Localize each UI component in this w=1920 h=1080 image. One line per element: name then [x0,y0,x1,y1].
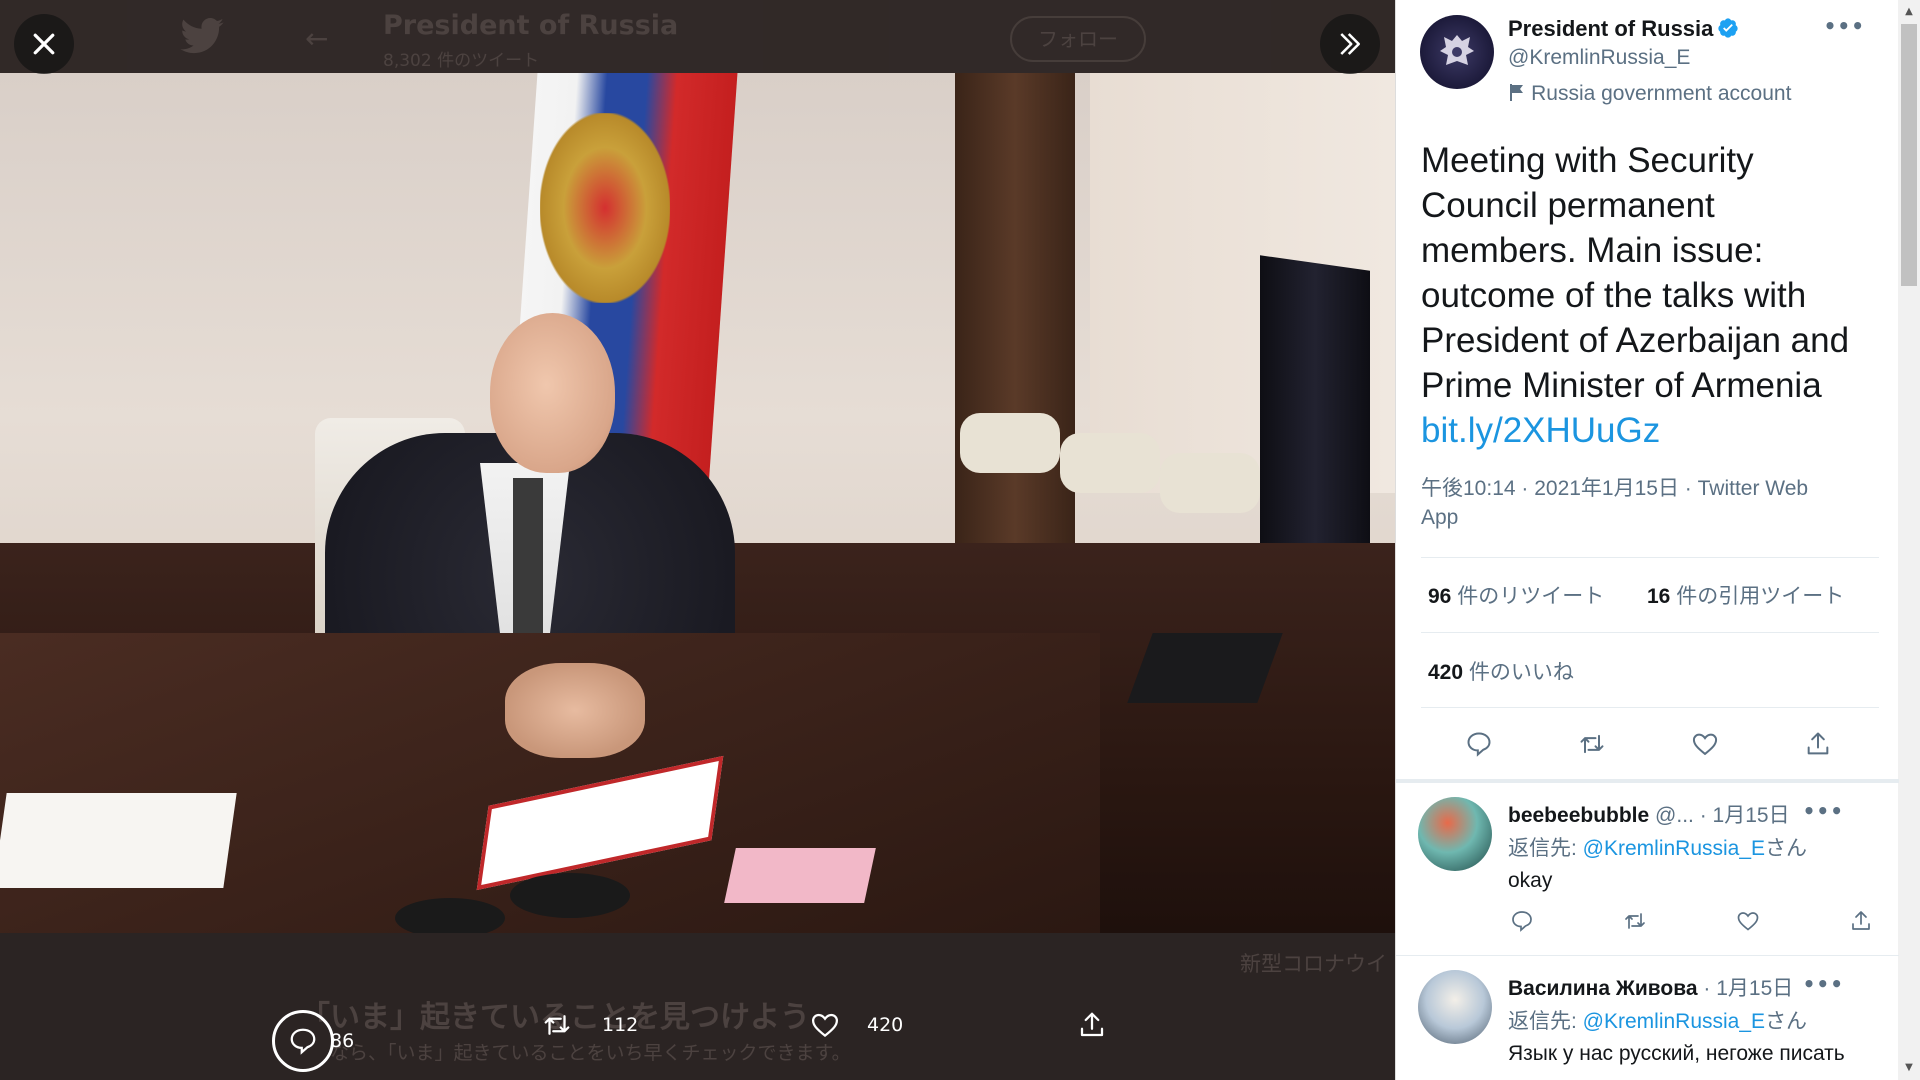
reply-text: okay [1508,869,1553,892]
notepad [724,848,876,903]
author-handle[interactable]: @KremlinRussia_E [1508,46,1690,70]
reply-more-options-button[interactable]: ••• [1803,972,1844,996]
reply-to-line: 返信先: @KremlinRussia_Eさん [1508,837,1808,860]
retweet-arrows-icon [1625,913,1645,929]
reply-count: 86 [330,1030,355,1052]
reply-like-button[interactable] [1730,903,1766,939]
reply-reply-button[interactable] [1504,903,1540,939]
quote-tweet-stat[interactable]: 16 件の引用ツイート [1647,580,1844,610]
desk-phone [960,413,1060,473]
twitter-logo-icon [180,18,224,54]
verified-badge-icon [1718,18,1739,38]
close-button[interactable] [14,14,74,74]
reply-avatar[interactable] [1418,797,1492,871]
paper-sheet [0,793,237,888]
share-upload-icon [1852,911,1870,930]
reply-author[interactable]: Василина Живова · 1月15日 [1508,972,1793,1002]
share-action[interactable] [1077,1010,1107,1040]
reply-button[interactable] [272,1010,334,1072]
desk-phone [1060,433,1160,493]
reply-more-options-button[interactable]: ••• [1803,799,1844,823]
speech-bubble-icon [1512,911,1532,932]
tweet-body: Meeting with Security Council permanent … [1421,141,1850,405]
more-options-button[interactable]: ••• [1824,14,1865,38]
back-arrow-icon: ← [305,22,329,55]
heart-icon [1692,733,1718,756]
account-type-text: Russia government account [1531,82,1792,105]
speech-bubble-icon [1467,732,1491,757]
background-follow-button: フォロー [1010,16,1146,62]
close-icon [33,33,55,55]
double-headed-eagle-icon [1440,35,1474,65]
author-name[interactable]: President of Russia [1508,16,1713,41]
scrollbar[interactable]: ▲ ▼ [1898,0,1920,1080]
reply-author[interactable]: beebeebubble @... · 1月15日 [1508,799,1790,829]
scroll-up-icon[interactable]: ▲ [1901,4,1917,20]
government-account-label: Russia government account [1508,82,1791,106]
double-chevron-right-icon [1340,33,1360,55]
conference-speaker [395,898,505,933]
tweet-link[interactable]: bit.ly/2XHUuGz [1421,411,1660,450]
like-count: 420 [867,1014,904,1036]
retweet-arrows-icon [544,1015,570,1035]
reply-button[interactable] [1461,726,1497,762]
retweet-stat[interactable]: 96 件のリツイート [1428,580,1604,610]
retweet-arrows-icon [1580,734,1604,754]
background-profile-title: President of Russia [383,10,679,41]
reply-action[interactable]: 86 [272,1010,354,1072]
media-viewer: ← President of Russia 8,302 件のツイート フォロー … [0,0,1395,1080]
reply-to-line: 返信先: @KremlinRussia_Eさん [1508,1010,1808,1033]
share-button[interactable] [1800,726,1836,762]
heart-icon [1737,912,1759,931]
tweet-timestamp[interactable]: 午後10:14 · 2021年1月15日 · Twitter Web App [1421,474,1879,532]
speech-bubble-icon [290,1028,316,1055]
reply-avatar[interactable] [1418,970,1492,1044]
retweet-count: 112 [602,1014,639,1036]
tweet-detail-panel: ▲ ▼ President of Russia @KremlinRussia_E… [1395,0,1920,1080]
expand-panel-button[interactable] [1320,14,1380,74]
background-trend-text: 新型コロナウイ [1240,952,1387,976]
coat-of-arms [540,113,670,303]
retweet-button[interactable] [1574,726,1610,762]
author-avatar[interactable] [1420,15,1494,89]
background-tweet-count: 8,302 件のツイート [383,51,540,71]
tweet-photo[interactable] [0,73,1395,933]
like-button[interactable] [1687,726,1723,762]
heart-icon [811,1013,839,1038]
conference-speaker [510,873,630,918]
reply-text: Язык у нас русский, негоже писать [1508,1042,1845,1065]
like-action[interactable]: 420 [810,1010,903,1040]
reply-share-button[interactable] [1843,903,1879,939]
reply-tweet[interactable]: beebeebubble @... · 1月15日 ••• 返信先: @Krem… [1396,783,1899,955]
author-name-row[interactable]: President of Russia [1508,16,1739,42]
keyboard [1127,633,1283,703]
like-stat[interactable]: 420 件のいいね [1428,656,1574,686]
retweet-action[interactable]: 112 [542,1010,638,1040]
reply-retweet-button[interactable] [1617,903,1653,939]
scrollbar-thumb[interactable] [1901,24,1917,286]
share-upload-icon [1807,732,1829,755]
background-cta-subtitle: なら、「いま」起きていることをいち早くチェックできます。 [330,1042,851,1064]
flag-icon [1510,84,1523,101]
desk-phone [1160,453,1260,513]
scroll-down-icon[interactable]: ▼ [1901,1060,1917,1076]
tweet-text: Meeting with Security Council permanent … [1421,138,1879,453]
share-upload-icon [1080,1012,1104,1037]
reply-tweet[interactable]: Василина Живова · 1月15日 ••• 返信先: @Kremli… [1396,956,1899,1080]
